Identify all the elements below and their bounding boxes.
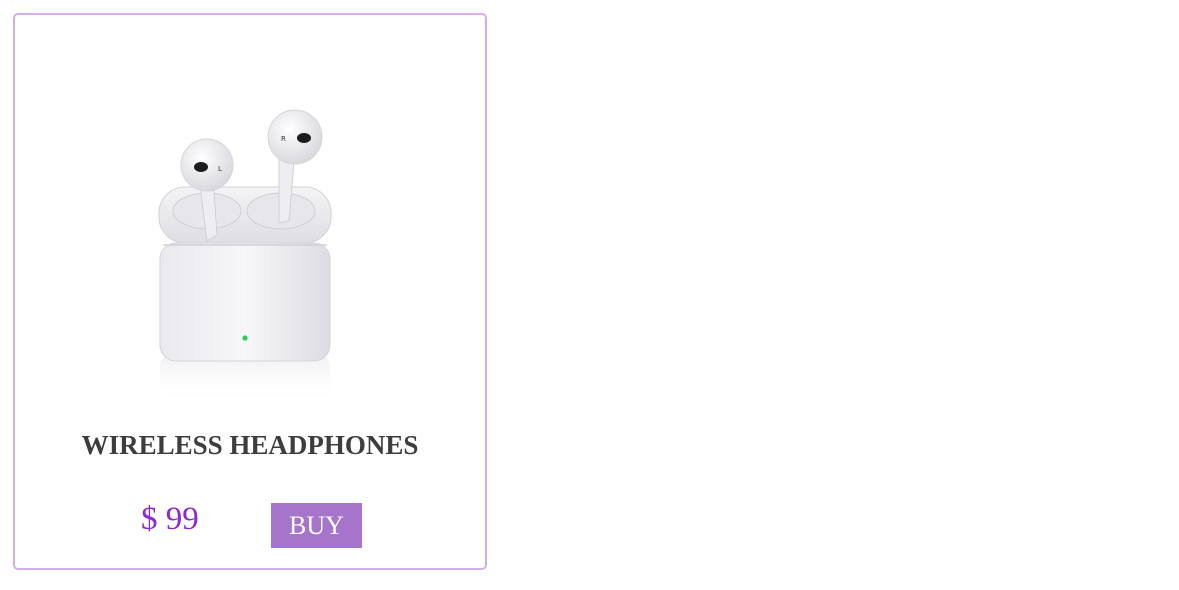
svg-text:R: R [281, 135, 286, 143]
case-body [159, 242, 331, 362]
product-title: WIRELESS HEADPHONES [81, 430, 419, 460]
status-led [242, 335, 248, 341]
product-price: $ 99 [141, 501, 199, 537]
product-card: L R WIRELESS HEADPHONES $ 99 BUY [13, 13, 487, 570]
buy-button[interactable]: BUY [271, 503, 362, 548]
svg-text:L: L [218, 165, 222, 173]
product-image: L R [158, 109, 332, 403]
